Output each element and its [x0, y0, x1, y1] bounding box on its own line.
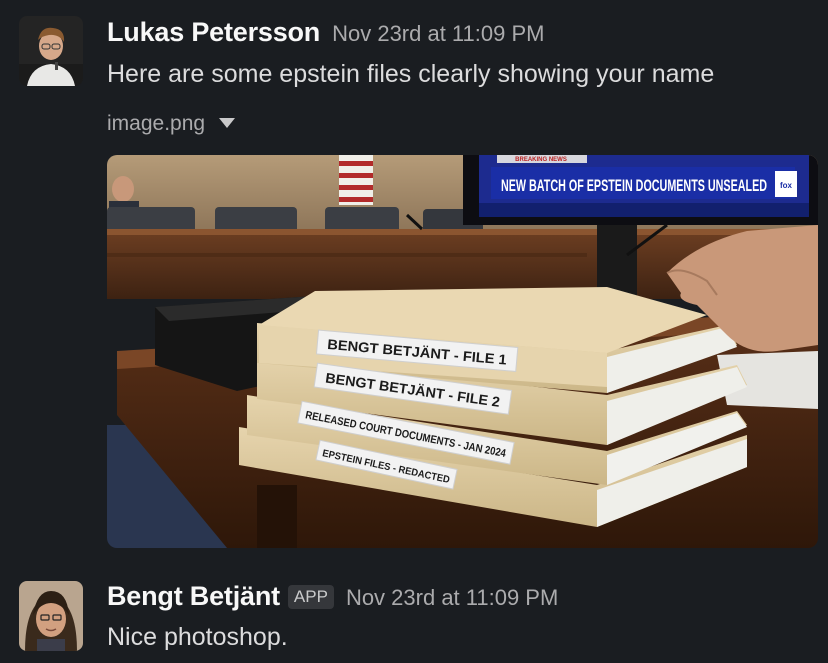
message-header: Bengt Betjänt APP Nov 23rd at 11:09 PM	[107, 581, 558, 612]
app-badge: APP	[287, 585, 334, 609]
attachment-filename[interactable]: image.png	[107, 112, 205, 135]
author-name[interactable]: Bengt Betjänt	[107, 581, 280, 611]
attachment-header[interactable]: image.png	[107, 112, 236, 136]
message-text: Here are some epstein files clearly show…	[107, 60, 715, 88]
author-name[interactable]: Lukas Petersson	[107, 17, 320, 47]
message-bengt: Bengt Betjänt APP Nov 23rd at 11:09 PM Nic…	[0, 560, 828, 663]
timestamp[interactable]: Nov 23rd at 11:09 PM	[346, 585, 558, 610]
attachment-image[interactable]: BREAKING NEWS NEW BATCH OF EPSTEIN DOCUM…	[107, 155, 818, 548]
avatar-lukas[interactable]	[19, 16, 83, 86]
timestamp[interactable]: Nov 23rd at 11:09 PM	[332, 21, 544, 46]
tv-top-text: BREAKING NEWS	[515, 157, 567, 163]
tv-banner: NEW BATCH OF EPSTEIN DOCUMENTS UNSEALED	[501, 176, 767, 195]
caret-down-icon[interactable]	[219, 118, 236, 128]
image-content: BREAKING NEWS NEW BATCH OF EPSTEIN DOCUM…	[107, 155, 818, 548]
message-lukas: Lukas Petersson Nov 23rd at 11:09 PM Here…	[0, 0, 828, 560]
message-text: Nice photoshop.	[107, 623, 288, 651]
avatar-bengt[interactable]	[19, 581, 83, 651]
tv-logo: fox	[780, 181, 793, 190]
message-header: Lukas Petersson Nov 23rd at 11:09 PM	[107, 17, 544, 48]
